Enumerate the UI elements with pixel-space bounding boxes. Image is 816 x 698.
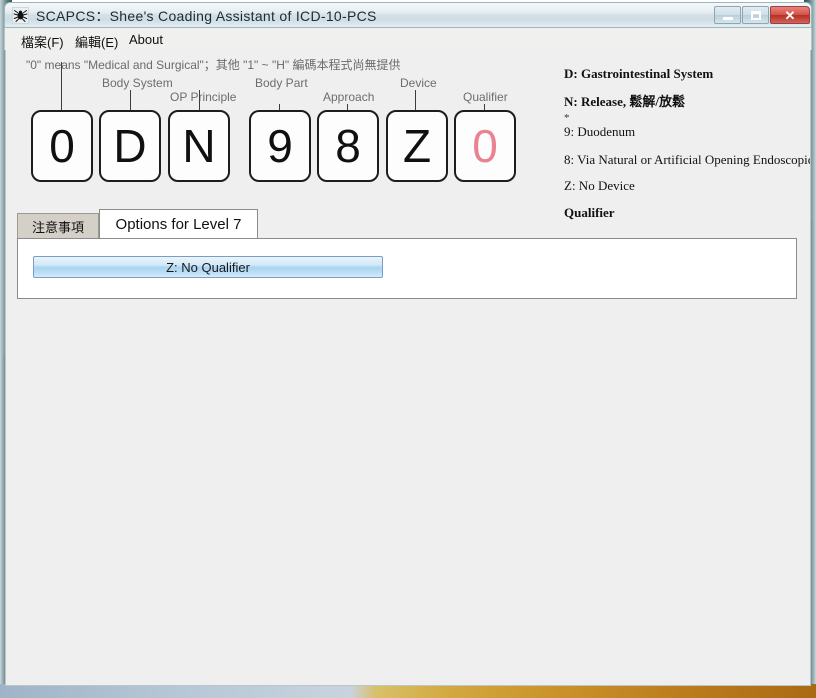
tab-options[interactable]: Options for Level 7 — [99, 209, 258, 238]
title-bar[interactable]: SCAPCS：Shee's Coading Assistant of ICD-1… — [4, 2, 812, 28]
column-tick-6 — [415, 90, 416, 110]
column-label-body-system: Body System — [102, 76, 173, 90]
option-button-no-qualifier[interactable]: Z: No Qualifier — [33, 256, 383, 278]
minimize-button[interactable] — [714, 6, 741, 24]
application-window: SCAPCS：Shee's Coading Assistant of ICD-1… — [0, 0, 816, 698]
close-button[interactable]: ✕ — [770, 6, 810, 24]
column-tick-2 — [130, 90, 131, 110]
code-box-5[interactable]: 8 — [317, 110, 379, 182]
tab-strip: 注意事項 Options for Level 7 — [17, 209, 807, 238]
tab-notes[interactable]: 注意事項 — [17, 213, 99, 238]
column-label-body-part: Body Part — [255, 76, 308, 90]
info-line-body-part: 9: Duodenum — [564, 124, 636, 139]
maximize-icon — [750, 10, 761, 20]
column-tick-3 — [199, 90, 200, 110]
info-line-operation: N: Release, 鬆解/放鬆 — [564, 94, 685, 109]
info-line-body-system: D: Gastrointestinal System — [564, 66, 714, 81]
column-label-qualifier: Qualifier — [463, 90, 508, 104]
code-box-7[interactable]: 0 — [454, 110, 516, 182]
spider-icon — [12, 7, 29, 24]
column-tick-1 — [61, 62, 62, 110]
client-area: "0" means "Medical and Surgical"；其他 "1" … — [5, 50, 811, 686]
close-icon: ✕ — [784, 7, 796, 23]
menu-item-about[interactable]: About — [123, 30, 169, 49]
maximize-button[interactable] — [742, 6, 769, 24]
hint-text: "0" means "Medical and Surgical"；其他 "1" … — [26, 58, 401, 72]
info-line-device: Z: No Device — [564, 178, 635, 193]
info-line-approach: 8: Via Natural or Artificial Opening End… — [564, 152, 811, 167]
column-label-device: Device — [400, 76, 437, 90]
info-line-note: * — [564, 112, 570, 124]
code-box-3[interactable]: N — [168, 110, 230, 182]
code-box-2[interactable]: D — [99, 110, 161, 182]
minimize-icon — [722, 16, 733, 20]
window-border-bottom — [0, 684, 816, 698]
window-title: SCAPCS：Shee's Coading Assistant of ICD-1… — [36, 8, 377, 24]
column-label-op-principle: OP Principle — [170, 90, 237, 104]
menu-bar: 檔案(F) 編輯(E) About — [4, 28, 812, 50]
code-box-6[interactable]: Z — [386, 110, 448, 182]
code-box-4[interactable]: 9 — [249, 110, 311, 182]
code-box-1[interactable]: 0 — [31, 110, 93, 182]
column-label-approach: Approach — [323, 90, 375, 104]
